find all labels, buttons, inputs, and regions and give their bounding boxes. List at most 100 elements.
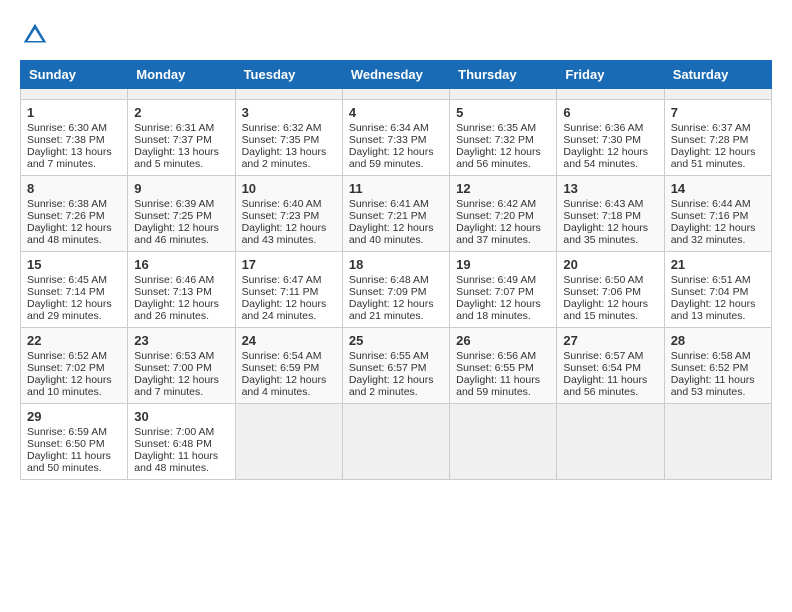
calendar-table: Sunday Monday Tuesday Wednesday Thursday… [20,60,772,480]
calendar-cell [235,89,342,100]
daylight-label: Daylight: 12 hours and 59 minutes. [349,146,434,170]
daylight-label: Daylight: 12 hours and 51 minutes. [671,146,756,170]
sunset: Sunset: 7:33 PM [349,134,427,146]
calendar-cell: 11 Sunrise: 6:41 AM Sunset: 7:21 PM Dayl… [342,176,449,252]
calendar-cell: 30 Sunrise: 7:00 AM Sunset: 6:48 PM Dayl… [128,404,235,480]
sunset: Sunset: 7:18 PM [563,210,641,222]
calendar-cell: 12 Sunrise: 6:42 AM Sunset: 7:20 PM Dayl… [450,176,557,252]
calendar-cell: 22 Sunrise: 6:52 AM Sunset: 7:02 PM Dayl… [21,328,128,404]
sunrise: Sunrise: 6:36 AM [563,122,643,134]
sunrise: Sunrise: 6:44 AM [671,198,751,210]
day-number: 3 [242,105,336,120]
day-number: 19 [456,257,550,272]
sunrise: Sunrise: 6:49 AM [456,274,536,286]
header-tuesday: Tuesday [235,61,342,89]
header-monday: Monday [128,61,235,89]
header-wednesday: Wednesday [342,61,449,89]
daylight-label: Daylight: 12 hours and 15 minutes. [563,298,648,322]
sunset: Sunset: 7:30 PM [563,134,641,146]
calendar-cell [235,404,342,480]
sunrise: Sunrise: 7:00 AM [134,426,214,438]
calendar-cell: 6 Sunrise: 6:36 AM Sunset: 7:30 PM Dayli… [557,100,664,176]
sunset: Sunset: 7:25 PM [134,210,212,222]
day-number: 25 [349,333,443,348]
calendar-cell [664,404,771,480]
calendar-week-row: 8 Sunrise: 6:38 AM Sunset: 7:26 PM Dayli… [21,176,772,252]
daylight-label: Daylight: 12 hours and 37 minutes. [456,222,541,246]
sunset: Sunset: 7:28 PM [671,134,749,146]
calendar-week-row: 1 Sunrise: 6:30 AM Sunset: 7:38 PM Dayli… [21,100,772,176]
day-number: 16 [134,257,228,272]
sunrise: Sunrise: 6:40 AM [242,198,322,210]
sunset: Sunset: 6:52 PM [671,362,749,374]
sunrise: Sunrise: 6:53 AM [134,350,214,362]
daylight-label: Daylight: 12 hours and 48 minutes. [27,222,112,246]
day-number: 28 [671,333,765,348]
sunrise: Sunrise: 6:54 AM [242,350,322,362]
sunset: Sunset: 6:57 PM [349,362,427,374]
sunrise: Sunrise: 6:35 AM [456,122,536,134]
daylight-label: Daylight: 12 hours and 56 minutes. [456,146,541,170]
sunset: Sunset: 7:13 PM [134,286,212,298]
calendar-cell: 28 Sunrise: 6:58 AM Sunset: 6:52 PM Dayl… [664,328,771,404]
logo-icon [20,20,50,50]
daylight-label: Daylight: 12 hours and 18 minutes. [456,298,541,322]
day-number: 22 [27,333,121,348]
calendar-cell: 16 Sunrise: 6:46 AM Sunset: 7:13 PM Dayl… [128,252,235,328]
sunrise: Sunrise: 6:43 AM [563,198,643,210]
sunset: Sunset: 6:48 PM [134,438,212,450]
sunrise: Sunrise: 6:34 AM [349,122,429,134]
daylight-label: Daylight: 13 hours and 7 minutes. [27,146,112,170]
calendar-cell: 9 Sunrise: 6:39 AM Sunset: 7:25 PM Dayli… [128,176,235,252]
sunrise: Sunrise: 6:45 AM [27,274,107,286]
calendar-cell: 25 Sunrise: 6:55 AM Sunset: 6:57 PM Dayl… [342,328,449,404]
sunrise: Sunrise: 6:39 AM [134,198,214,210]
sunset: Sunset: 7:07 PM [456,286,534,298]
day-number: 2 [134,105,228,120]
page-header [20,20,772,50]
daylight-label: Daylight: 12 hours and 24 minutes. [242,298,327,322]
sunrise: Sunrise: 6:32 AM [242,122,322,134]
sunset: Sunset: 7:23 PM [242,210,320,222]
day-number: 10 [242,181,336,196]
sunrise: Sunrise: 6:56 AM [456,350,536,362]
sunrise: Sunrise: 6:41 AM [349,198,429,210]
daylight-label: Daylight: 12 hours and 29 minutes. [27,298,112,322]
sunset: Sunset: 7:32 PM [456,134,534,146]
day-number: 20 [563,257,657,272]
daylight-label: Daylight: 11 hours and 56 minutes. [563,374,647,398]
calendar-cell: 27 Sunrise: 6:57 AM Sunset: 6:54 PM Dayl… [557,328,664,404]
sunset: Sunset: 7:09 PM [349,286,427,298]
sunrise: Sunrise: 6:31 AM [134,122,214,134]
calendar-cell: 3 Sunrise: 6:32 AM Sunset: 7:35 PM Dayli… [235,100,342,176]
sunset: Sunset: 7:16 PM [671,210,749,222]
calendar-cell: 13 Sunrise: 6:43 AM Sunset: 7:18 PM Dayl… [557,176,664,252]
daylight-label: Daylight: 12 hours and 2 minutes. [349,374,434,398]
sunrise: Sunrise: 6:37 AM [671,122,751,134]
sunset: Sunset: 7:04 PM [671,286,749,298]
sunrise: Sunrise: 6:52 AM [27,350,107,362]
sunrise: Sunrise: 6:47 AM [242,274,322,286]
day-number: 7 [671,105,765,120]
daylight-label: Daylight: 12 hours and 43 minutes. [242,222,327,246]
header-friday: Friday [557,61,664,89]
daylight-label: Daylight: 12 hours and 7 minutes. [134,374,219,398]
day-number: 11 [349,181,443,196]
calendar-cell: 26 Sunrise: 6:56 AM Sunset: 6:55 PM Dayl… [450,328,557,404]
daylight-label: Daylight: 12 hours and 35 minutes. [563,222,648,246]
sunset: Sunset: 7:20 PM [456,210,534,222]
day-number: 5 [456,105,550,120]
day-number: 21 [671,257,765,272]
calendar-cell: 10 Sunrise: 6:40 AM Sunset: 7:23 PM Dayl… [235,176,342,252]
header-saturday: Saturday [664,61,771,89]
sunset: Sunset: 6:50 PM [27,438,105,450]
calendar-cell: 21 Sunrise: 6:51 AM Sunset: 7:04 PM Dayl… [664,252,771,328]
sunset: Sunset: 7:02 PM [27,362,105,374]
calendar-header-row: Sunday Monday Tuesday Wednesday Thursday… [21,61,772,89]
day-number: 18 [349,257,443,272]
daylight-label: Daylight: 12 hours and 13 minutes. [671,298,756,322]
day-number: 26 [456,333,550,348]
sunset: Sunset: 7:11 PM [242,286,319,298]
day-number: 30 [134,409,228,424]
day-number: 29 [27,409,121,424]
